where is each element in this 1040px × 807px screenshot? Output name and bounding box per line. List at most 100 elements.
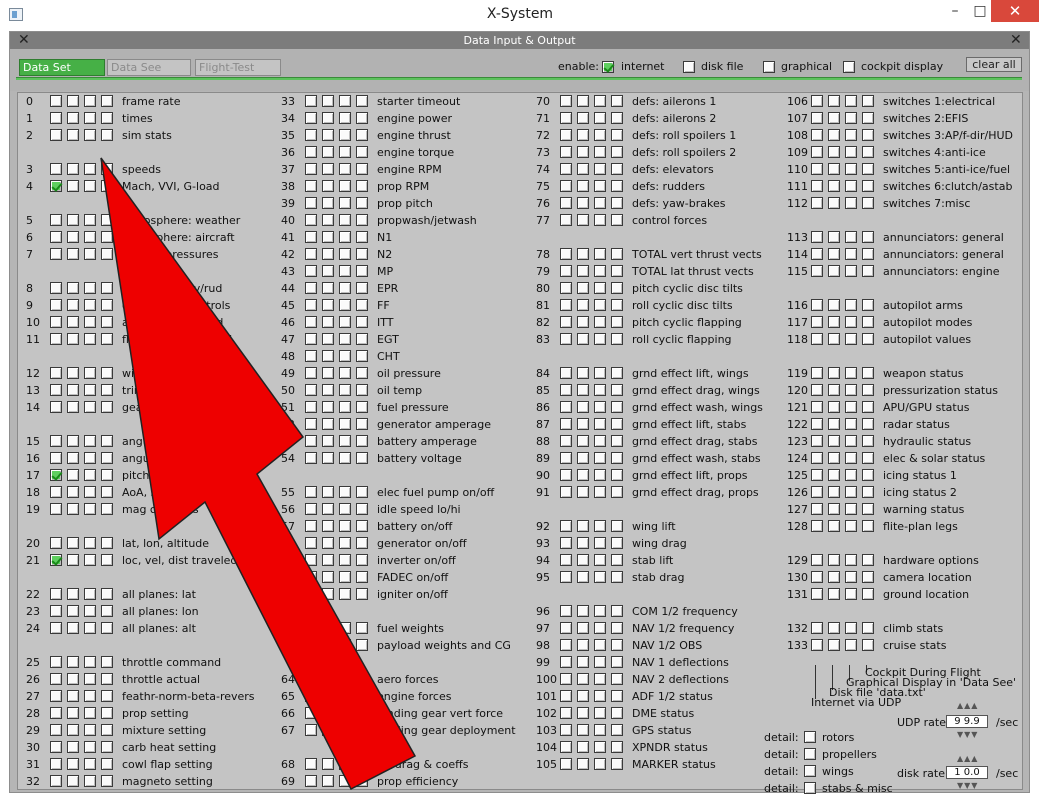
graphical-checkbox[interactable] (594, 333, 606, 345)
internet-checkbox[interactable] (50, 333, 62, 345)
graphical-checkbox[interactable] (845, 520, 857, 532)
internet-checkbox[interactable] (560, 605, 572, 617)
disk-checkbox[interactable] (828, 231, 840, 243)
disk-checkbox[interactable] (67, 180, 79, 192)
internet-checkbox[interactable] (50, 401, 62, 413)
disk-checkbox[interactable] (577, 180, 589, 192)
disk-checkbox[interactable] (577, 571, 589, 583)
disk-checkbox[interactable] (577, 282, 589, 294)
graphical-checkbox[interactable] (84, 384, 96, 396)
disk-checkbox[interactable] (67, 741, 79, 753)
graphical-checkbox[interactable] (339, 554, 351, 566)
cockpit-checkbox[interactable] (101, 537, 113, 549)
cockpit-checkbox[interactable] (101, 163, 113, 175)
graphical-checkbox[interactable] (594, 282, 606, 294)
internet-checkbox[interactable] (305, 129, 317, 141)
internet-checkbox[interactable] (811, 316, 823, 328)
maximize-button[interactable]: □ (968, 0, 992, 22)
disk-checkbox[interactable] (577, 741, 589, 753)
graphical-checkbox[interactable] (339, 673, 351, 685)
internet-checkbox[interactable] (560, 367, 572, 379)
disk-checkbox[interactable] (322, 571, 334, 583)
disk-checkbox[interactable] (67, 690, 79, 702)
internet-checkbox[interactable] (305, 299, 317, 311)
internet-checkbox[interactable] (305, 95, 317, 107)
cockpit-checkbox[interactable] (862, 367, 874, 379)
cockpit-checkbox[interactable] (611, 724, 623, 736)
graphical-checkbox[interactable] (84, 248, 96, 260)
graphical-checkbox[interactable] (845, 384, 857, 396)
disk-checkbox[interactable] (828, 197, 840, 209)
cockpit-checkbox[interactable] (356, 622, 368, 634)
internet-checkbox[interactable] (811, 486, 823, 498)
disk-checkbox[interactable] (67, 503, 79, 515)
internet-checkbox[interactable] (305, 724, 317, 736)
internet-checkbox[interactable] (305, 503, 317, 515)
graphical-checkbox[interactable] (84, 588, 96, 600)
internet-checkbox[interactable] (305, 418, 317, 430)
graphical-checkbox[interactable] (594, 214, 606, 226)
cockpit-checkbox[interactable] (101, 690, 113, 702)
cockpit-checkbox[interactable] (101, 248, 113, 260)
disk-checkbox[interactable] (322, 639, 334, 651)
cockpit-checkbox[interactable] (611, 333, 623, 345)
internet-checkbox[interactable] (811, 146, 823, 158)
internet-checkbox[interactable] (305, 265, 317, 277)
internet-checkbox[interactable] (305, 163, 317, 175)
disk-checkbox[interactable] (67, 758, 79, 770)
cockpit-checkbox[interactable] (862, 639, 874, 651)
cockpit-checkbox[interactable] (356, 231, 368, 243)
graphical-checkbox[interactable] (845, 486, 857, 498)
cockpit-checkbox[interactable] (862, 146, 874, 158)
internet-checkbox[interactable] (560, 146, 572, 158)
graphical-checkbox[interactable] (84, 112, 96, 124)
cockpit-checkbox[interactable] (101, 469, 113, 481)
internet-checkbox[interactable] (305, 537, 317, 549)
graphical-checkbox[interactable] (594, 163, 606, 175)
cockpit-checkbox[interactable] (862, 299, 874, 311)
internet-checkbox[interactable] (560, 707, 572, 719)
cockpit-checkbox[interactable] (862, 265, 874, 277)
disk-checkbox[interactable] (828, 588, 840, 600)
internet-checkbox[interactable] (560, 622, 572, 634)
cockpit-checkbox[interactable] (356, 673, 368, 685)
cockpit-checkbox[interactable] (862, 248, 874, 260)
graphical-checkbox[interactable] (339, 129, 351, 141)
internet-checkbox[interactable] (305, 622, 317, 634)
enable-internet-checkbox[interactable] (602, 61, 614, 73)
graphical-checkbox[interactable] (339, 333, 351, 345)
graphical-checkbox[interactable] (339, 401, 351, 413)
internet-checkbox[interactable] (560, 282, 572, 294)
graphical-checkbox[interactable] (594, 452, 606, 464)
internet-checkbox[interactable] (50, 554, 62, 566)
cockpit-checkbox[interactable] (101, 231, 113, 243)
disk-checkbox[interactable] (577, 112, 589, 124)
internet-checkbox[interactable] (560, 316, 572, 328)
internet-checkbox[interactable] (50, 214, 62, 226)
disk-checkbox[interactable] (67, 333, 79, 345)
graphical-checkbox[interactable] (339, 231, 351, 243)
cockpit-checkbox[interactable] (611, 707, 623, 719)
internet-checkbox[interactable] (50, 656, 62, 668)
disk-checkbox[interactable] (828, 401, 840, 413)
disk-checkbox[interactable] (577, 469, 589, 481)
disk-checkbox[interactable] (322, 707, 334, 719)
internet-checkbox[interactable] (305, 639, 317, 651)
graphical-checkbox[interactable] (845, 452, 857, 464)
cockpit-checkbox[interactable] (356, 180, 368, 192)
internet-checkbox[interactable] (560, 656, 572, 668)
graphical-checkbox[interactable] (594, 520, 606, 532)
internet-checkbox[interactable] (560, 571, 572, 583)
internet-checkbox[interactable] (50, 129, 62, 141)
internet-checkbox[interactable] (811, 299, 823, 311)
cockpit-checkbox[interactable] (356, 452, 368, 464)
disk-checkbox[interactable] (322, 112, 334, 124)
internet-checkbox[interactable] (811, 452, 823, 464)
graphical-checkbox[interactable] (84, 231, 96, 243)
cockpit-checkbox[interactable] (356, 758, 368, 770)
graphical-checkbox[interactable] (594, 656, 606, 668)
disk-checkbox[interactable] (322, 163, 334, 175)
cockpit-checkbox[interactable] (356, 146, 368, 158)
graphical-checkbox[interactable] (84, 333, 96, 345)
disk-checkbox[interactable] (67, 775, 79, 787)
